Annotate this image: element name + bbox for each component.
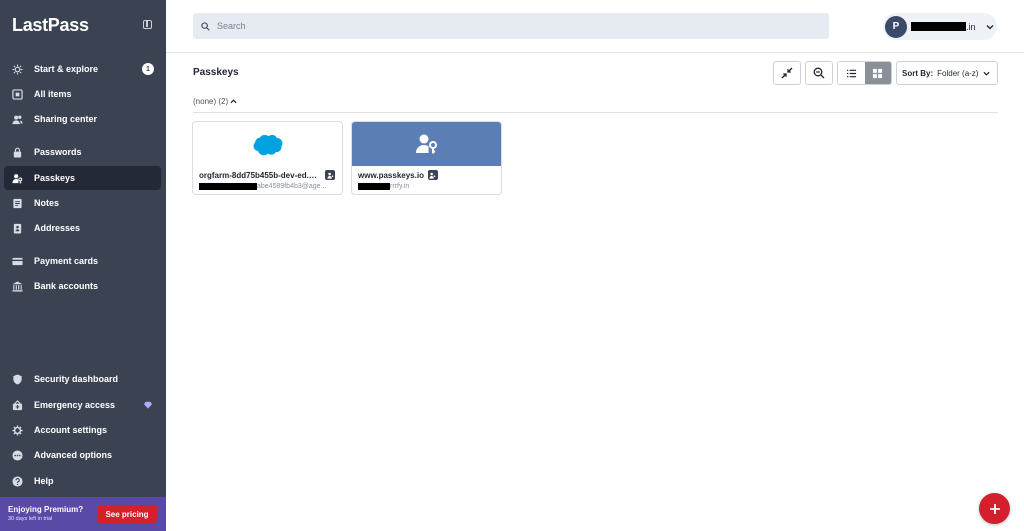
sidebar-item-label: Addresses (34, 223, 81, 233)
note-icon (11, 197, 23, 209)
lastpass-logo: LastPass (12, 15, 89, 35)
sidebar-item-passwords[interactable]: Passwords (4, 140, 161, 164)
passkey-icon (11, 172, 23, 184)
list-icon (846, 69, 856, 77)
divider (193, 112, 998, 113)
notification-badge: 1 (142, 63, 154, 75)
passkey-card[interactable]: orgfarm-8dd75b455b-dev-ed.de... abe4589f… (192, 121, 343, 195)
top-bar: P .in (166, 0, 1024, 53)
list-view-button[interactable] (838, 62, 865, 84)
collapse-arrows-icon (781, 67, 793, 79)
sidebar-item-label: Help (34, 476, 54, 486)
page-title: Passkeys (193, 67, 239, 78)
promo-subtitle: 30 days left in trial (8, 516, 53, 522)
sidebar-item-label: Bank accounts (34, 281, 99, 291)
view-toggle (837, 61, 892, 85)
chevron-up-icon (230, 99, 237, 104)
salesforce-logo (253, 134, 282, 156)
redacted-username (358, 183, 390, 190)
chevron-down-icon (986, 24, 993, 29)
passkey-badge-icon (325, 170, 335, 180)
sort-dropdown[interactable]: Sort By: Folder (a-z) (896, 61, 998, 85)
redacted-username (199, 183, 257, 190)
collapse-sidebar-icon[interactable] (143, 20, 152, 29)
premium-trial-banner: Enjoying Premium? 30 days left in trial … (0, 497, 166, 531)
sidebar-item-label: Security dashboard (34, 374, 119, 384)
card-username: rrrfy.in (390, 183, 410, 190)
sort-value: Folder (a-z) (937, 68, 979, 78)
card-title: www.passkeys.io (358, 170, 424, 180)
collapse-all-button[interactable] (773, 61, 801, 85)
grid-icon (873, 68, 883, 78)
zoom-out-button[interactable] (805, 61, 833, 85)
sidebar-item-passkeys[interactable]: Passkeys (4, 166, 161, 190)
card-logo-area (193, 122, 342, 166)
sidebar-item-label: Advanced options (34, 450, 113, 460)
help-icon (11, 475, 23, 487)
card-username: abe4589fb4b3@age... (257, 183, 327, 190)
folder-header[interactable]: (none) (2) (193, 97, 237, 106)
card-icon (11, 255, 23, 267)
search-input[interactable] (217, 21, 807, 31)
passkey-icon (415, 134, 437, 154)
chevron-down-icon (983, 71, 990, 76)
dots-icon (11, 449, 23, 461)
sidebar-item-emergency-access[interactable]: Emergency access (4, 393, 161, 417)
search-bar[interactable] (193, 13, 829, 39)
sidebar-item-label: Notes (34, 198, 60, 208)
card-logo-area (352, 122, 501, 166)
sidebar-item-label: Start & explore (34, 64, 99, 74)
shield-icon (11, 373, 23, 385)
sidebar-item-notes[interactable]: Notes (4, 191, 161, 215)
sidebar-item-label: Account settings (34, 425, 108, 435)
zoom-out-icon (813, 67, 825, 79)
sidebar-item-label: Emergency access (34, 400, 116, 410)
sidebar-item-label: Sharing center (34, 114, 98, 124)
gear-icon (11, 424, 23, 436)
premium-gem-icon (144, 401, 152, 409)
sidebar-item-label: Passwords (34, 147, 82, 157)
grid-view-button[interactable] (864, 62, 891, 84)
sidebar-item-addresses[interactable]: Addresses (4, 216, 161, 240)
card-title: orgfarm-8dd75b455b-dev-ed.de... (199, 170, 321, 180)
user-menu[interactable]: P .in (883, 13, 997, 40)
sidebar-item-help[interactable]: Help (4, 469, 161, 493)
sidebar-item-payment-cards[interactable]: Payment cards (4, 249, 161, 273)
sidebar-item-all-items[interactable]: All items (4, 82, 161, 106)
lock-icon (11, 146, 23, 158)
sidebar-item-sharing-center[interactable]: Sharing center (4, 107, 161, 131)
avatar: P (885, 15, 907, 38)
plus-icon (989, 503, 1000, 514)
sidebar-item-account-settings[interactable]: Account settings (4, 418, 161, 442)
see-pricing-button[interactable]: See pricing (97, 505, 157, 523)
users-icon (11, 113, 23, 125)
sidebar-item-security-dashboard[interactable]: Security dashboard (4, 367, 161, 391)
sidebar-item-start-explore[interactable]: Start & explore 1 (4, 57, 161, 81)
passkey-badge-icon (427, 170, 438, 180)
address-icon (11, 222, 23, 234)
sidebar-item-bank-accounts[interactable]: Bank accounts (4, 274, 161, 298)
grid-icon (11, 88, 23, 100)
sort-label: Sort By: (902, 68, 934, 78)
sidebar-item-label: All items (34, 89, 72, 99)
passkey-card[interactable]: www.passkeys.io rrrfy.in (351, 121, 502, 195)
sidebar-item-advanced-options[interactable]: Advanced options (4, 443, 161, 467)
sidebar: LastPass Start & explore 1 All items Sha… (0, 0, 166, 531)
folder-name: (none) (2) (193, 97, 229, 106)
promo-title: Enjoying Premium? (8, 505, 84, 514)
redacted-email (911, 22, 966, 31)
add-item-button[interactable] (979, 493, 1010, 524)
lightbulb-icon (11, 63, 23, 75)
user-email: .in (966, 21, 976, 32)
bank-icon (11, 280, 23, 292)
search-icon (201, 21, 210, 31)
sidebar-item-label: Payment cards (34, 256, 99, 266)
lifebuoy-icon (11, 399, 23, 411)
sidebar-item-label: Passkeys (34, 173, 76, 183)
